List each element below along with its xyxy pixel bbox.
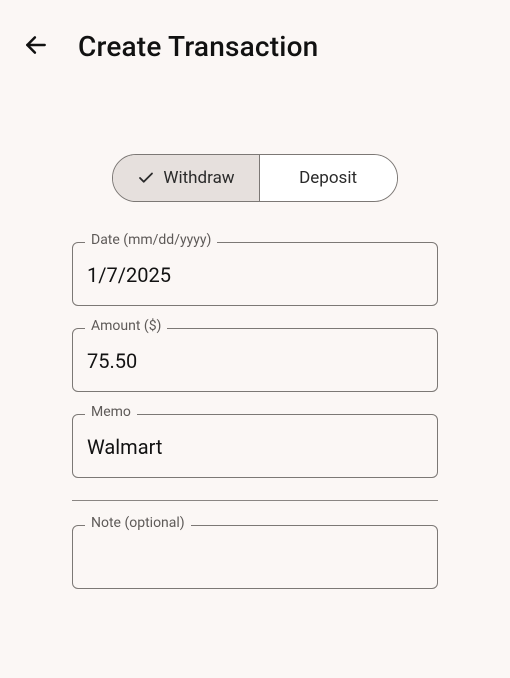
note-value xyxy=(87,546,423,570)
memo-field[interactable]: Memo Walmart xyxy=(72,414,438,478)
header: Create Transaction xyxy=(0,0,510,64)
segmented-control: Withdraw Deposit xyxy=(112,154,397,202)
page-title: Create Transaction xyxy=(78,30,318,63)
check-icon xyxy=(137,169,155,187)
back-button[interactable] xyxy=(18,28,54,64)
memo-value: Walmart xyxy=(87,435,423,459)
withdraw-toggle[interactable]: Withdraw xyxy=(113,155,258,201)
note-label: Note (optional) xyxy=(85,516,191,530)
date-value: 1/7/2025 xyxy=(87,263,423,287)
deposit-label: Deposit xyxy=(299,168,357,188)
amount-value: 75.50 xyxy=(87,349,423,373)
memo-label: Memo xyxy=(85,405,137,419)
deposit-toggle[interactable]: Deposit xyxy=(259,155,397,201)
date-field[interactable]: Date (mm/dd/yyyy) 1/7/2025 xyxy=(72,242,438,306)
note-field[interactable]: Note (optional) xyxy=(72,525,438,589)
transaction-type-toggle: Withdraw Deposit xyxy=(72,154,438,202)
amount-label: Amount ($) xyxy=(85,319,167,333)
date-label: Date (mm/dd/yyyy) xyxy=(85,233,217,247)
withdraw-label: Withdraw xyxy=(163,168,234,188)
amount-field[interactable]: Amount ($) 75.50 xyxy=(72,328,438,392)
divider xyxy=(72,500,438,501)
arrow-left-icon xyxy=(23,32,49,61)
form-content: Withdraw Deposit Date (mm/dd/yyyy) 1/7/2… xyxy=(0,154,510,589)
